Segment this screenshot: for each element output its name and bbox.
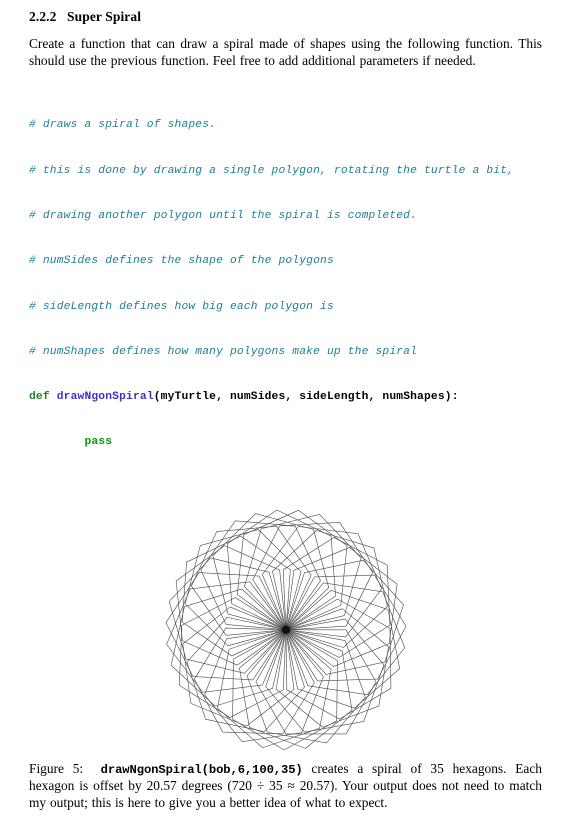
page-title: 2.2.2 Super Spiral <box>29 9 542 25</box>
function-name: drawNgonSpiral <box>56 391 154 404</box>
code-def-line: def drawNgonSpiral(myTurtle, numSides, s… <box>29 390 542 405</box>
document-page: 2.2.2 Super Spiral Create a function that… <box>0 0 571 810</box>
comment-text: # drawing another polygon until the spir… <box>29 209 418 222</box>
hexagon-path <box>190 525 311 636</box>
hexagon-path <box>261 525 382 637</box>
hexagon-path <box>285 559 404 675</box>
code-comment-line: # sideLength defines how big each polygo… <box>29 300 542 315</box>
hexagon-path <box>165 581 286 693</box>
figure-code-reference: drawNgonSpiral(bob,6,100,35) <box>100 762 303 777</box>
intro-paragraph: Create a function that can draw a spiral… <box>29 36 542 68</box>
function-signature: (myTurtle, numSides, sideLength, numShap… <box>153 391 459 404</box>
comment-text: # sideLength defines how big each polygo… <box>29 300 334 313</box>
comment-text: # numSides defines the shape of the poly… <box>29 255 334 268</box>
code-comment-line: # this is done by drawing a single polyg… <box>29 164 542 179</box>
hexagon-path <box>193 627 315 734</box>
code-comment-line: # drawing another polygon until the spir… <box>29 209 542 224</box>
figure-container <box>29 507 542 753</box>
spiral-figure <box>165 509 406 750</box>
hexagon-path <box>282 536 390 658</box>
comment-text: # this is done by drawing a single polyg… <box>29 164 515 177</box>
code-comment-line: # numSides defines the shape of the poly… <box>29 254 542 269</box>
figure-caption: Figure 5: drawNgonSpiral(bob,6,100,35) c… <box>29 761 542 812</box>
pass-keyword: pass <box>84 436 113 449</box>
comment-text: # numShapes defines how many polygons ma… <box>29 345 418 358</box>
spiral-center-marker <box>281 625 290 634</box>
code-block: # draws a spiral of shapes. # this is do… <box>29 88 542 480</box>
page-content: 2.2.2 Super Spiral Create a function that… <box>29 0 542 825</box>
section-title: Super Spiral <box>67 9 142 24</box>
hexagon-path <box>226 509 336 630</box>
figure-label: Figure 5: <box>29 760 84 776</box>
code-body-line: pass <box>29 435 542 450</box>
def-keyword: def <box>29 391 50 404</box>
code-comment-line: # draws a spiral of shapes. <box>29 118 542 133</box>
section-number: 2.2.2 <box>29 9 57 24</box>
comment-text: # draws a spiral of shapes. <box>29 119 217 132</box>
code-comment-line: # numShapes defines how many polygons ma… <box>29 345 542 360</box>
